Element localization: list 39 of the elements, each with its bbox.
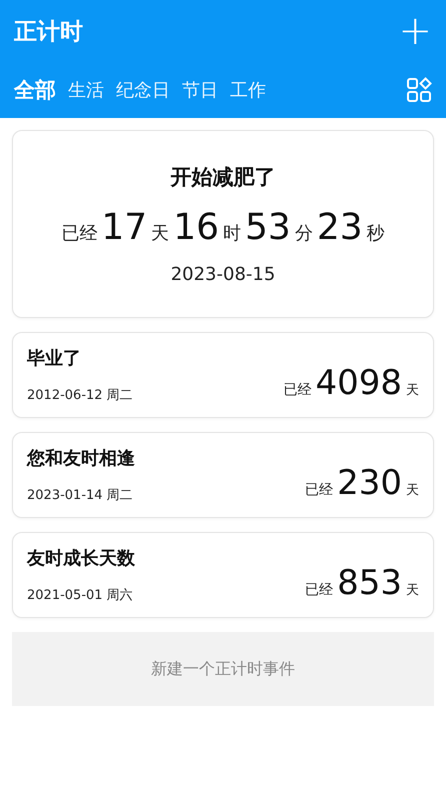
elapsed-label: 已经 bbox=[305, 481, 334, 499]
elapsed-days: 4098 bbox=[315, 363, 402, 403]
elapsed-label: 已经 bbox=[283, 381, 312, 399]
page-title: 正计时 bbox=[14, 18, 83, 46]
elapsed-days: 853 bbox=[337, 563, 402, 603]
category-tab[interactable]: 节日 bbox=[182, 78, 218, 102]
elapsed-value: 23 bbox=[316, 207, 363, 248]
event-card[interactable]: 毕业了 2012-06-12 周二 已经 4098 天 bbox=[12, 332, 434, 418]
event-title: 友时成长天数 bbox=[27, 547, 135, 570]
event-card[interactable]: 友时成长天数 2021-05-01 周六 已经 853 天 bbox=[12, 532, 434, 618]
event-date: 2023-01-14 周二 bbox=[27, 487, 134, 504]
event-title: 开始减肥了 bbox=[170, 164, 276, 191]
unit-label: 天 bbox=[406, 482, 419, 499]
category-grid-icon[interactable] bbox=[406, 77, 432, 103]
unit-label: 天 bbox=[406, 382, 419, 399]
add-button[interactable]: + bbox=[398, 11, 432, 51]
event-date: 2012-06-12 周二 bbox=[27, 387, 133, 404]
event-title: 毕业了 bbox=[27, 347, 82, 370]
elapsed-value: 17 bbox=[101, 207, 148, 248]
category-tab[interactable]: 全部 bbox=[14, 76, 56, 104]
unit-label: 天 bbox=[406, 582, 419, 599]
unit-label: 秒 bbox=[366, 222, 385, 245]
featured-event-card[interactable]: 开始减肥了 已经 17 天 16 时 53 分 23 秒 2023-08-15 bbox=[12, 130, 434, 318]
elapsed-value: 53 bbox=[245, 207, 291, 248]
unit-label: 天 bbox=[151, 222, 170, 245]
unit-label: 时 bbox=[223, 222, 241, 245]
event-date: 2023-08-15 bbox=[170, 264, 276, 285]
category-tab[interactable]: 纪念日 bbox=[116, 78, 170, 102]
elapsed-days: 230 bbox=[337, 463, 402, 503]
event-title: 您和友时相逢 bbox=[27, 447, 135, 470]
event-date: 2021-05-01 周六 bbox=[27, 587, 134, 604]
event-card[interactable]: 您和友时相逢 2023-01-14 周二 已经 230 天 bbox=[12, 432, 434, 518]
elapsed-label: 已经 bbox=[305, 581, 334, 599]
elapsed-value: 16 bbox=[173, 207, 219, 248]
category-tab[interactable]: 工作 bbox=[230, 78, 266, 102]
category-tab[interactable]: 生活 bbox=[68, 78, 104, 102]
unit-label: 分 bbox=[294, 222, 313, 245]
new-event-button[interactable]: 新建一个正计时事件 bbox=[12, 632, 434, 706]
elapsed-label: 已经 bbox=[61, 222, 98, 245]
